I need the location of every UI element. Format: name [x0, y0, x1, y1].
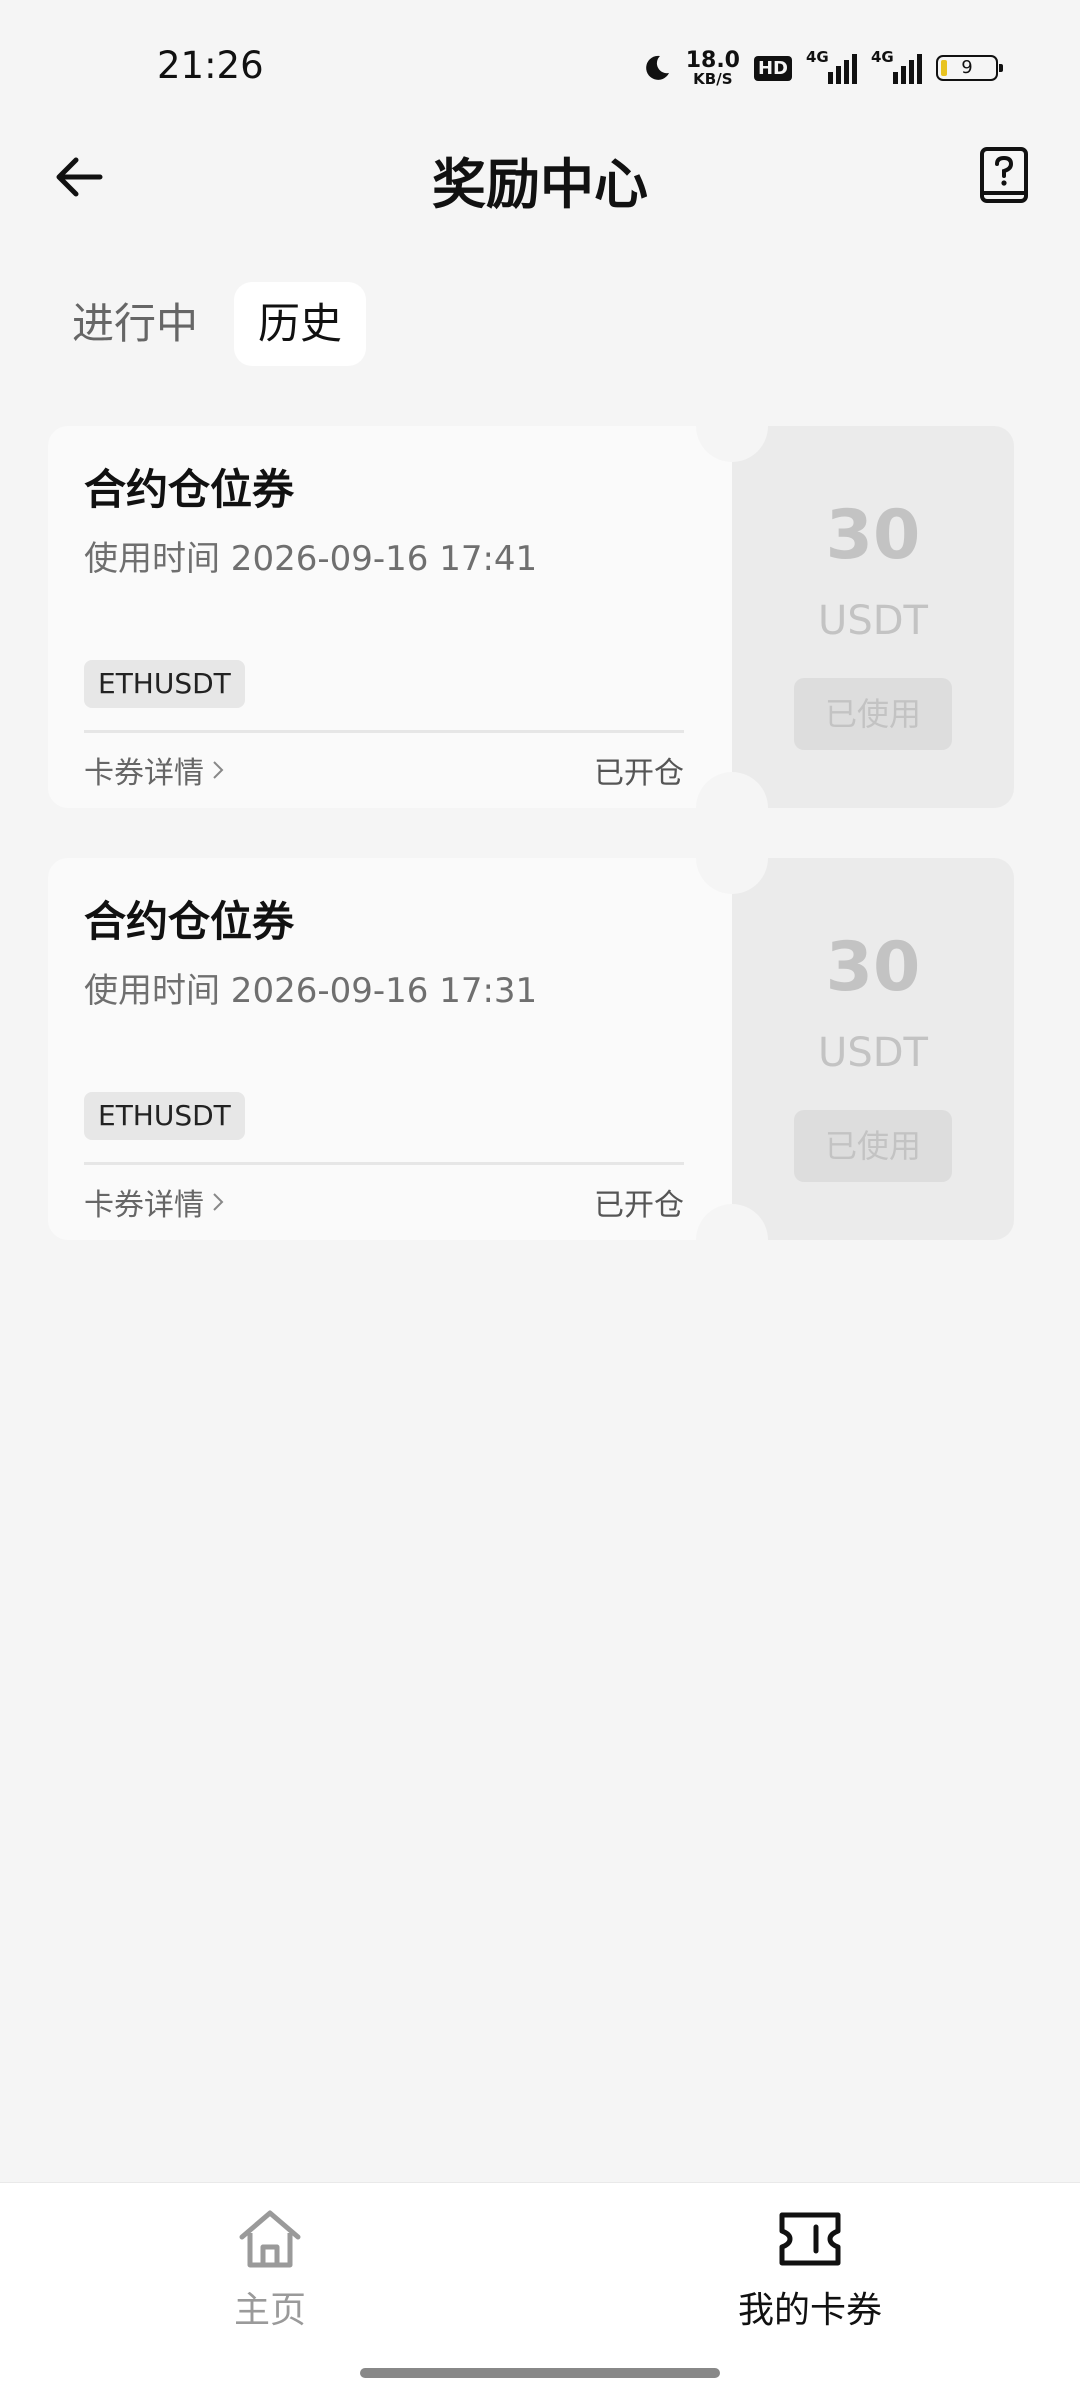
home-icon: [239, 2210, 301, 2268]
used-badge: 已使用: [794, 1110, 952, 1182]
tab-bar: 进行中 历史: [48, 282, 367, 366]
coupon-amount: 30: [825, 928, 921, 1007]
coupon-used-time: 使用时间 2026-09-16 17:31: [84, 971, 538, 1011]
network-speed: 18.0 KB/S: [685, 47, 740, 88]
coupon-card[interactable]: 合约仓位券 使用时间 2026-09-16 17:41 ETHUSDT 卡券详情…: [48, 390, 1014, 844]
tab-history[interactable]: 历史: [234, 282, 367, 366]
coupon-details-label: 卡券详情: [84, 756, 204, 791]
chevron-right-icon: [213, 761, 224, 779]
status-time: 21:26: [157, 44, 264, 87]
hd-voice-badge: HD: [753, 55, 792, 81]
coupon-info: 合约仓位券 使用时间 2026-09-16 17:41 ETHUSDT 卡券详情…: [48, 426, 732, 808]
coupon-amount: 30: [825, 496, 921, 575]
ticket-notch: [696, 390, 768, 462]
coupon-title: 合约仓位券: [84, 897, 295, 946]
coupon-used-time: 使用时间 2026-09-16 17:41: [84, 539, 538, 579]
tab-in-progress[interactable]: 进行中: [48, 282, 222, 366]
page-title: 奖励中心: [432, 153, 648, 216]
coupon-symbol-tag: ETHUSDT: [84, 660, 245, 708]
coupon-card[interactable]: 合约仓位券 使用时间 2026-09-16 17:31 ETHUSDT 卡券详情…: [48, 822, 1014, 1276]
coupon-value-panel: 30 USDT 已使用: [732, 426, 1014, 808]
coupon-value-panel: 30 USDT 已使用: [732, 858, 1014, 1240]
nav-item-my-coupons[interactable]: 我的卡券: [680, 2207, 940, 2333]
coupon-info: 合约仓位券 使用时间 2026-09-16 17:31 ETHUSDT 卡券详情…: [48, 858, 732, 1240]
chevron-right-icon: [213, 1193, 224, 1211]
divider: [84, 1162, 684, 1165]
position-status: 已开仓: [594, 1188, 684, 1223]
coupon-title: 合约仓位券: [84, 465, 295, 514]
ticket-notch: [696, 1204, 768, 1276]
nav-label-my-coupons: 我的卡券: [737, 2290, 882, 2331]
coupon-unit: USDT: [818, 1030, 928, 1076]
status-icons: 18.0 KB/S HD 4G 4G 9: [642, 46, 1003, 90]
position-status: 已开仓: [594, 756, 684, 791]
battery-level: 9: [961, 57, 973, 78]
coupon-symbol-tag: ETHUSDT: [84, 1092, 245, 1140]
help-book-icon[interactable]: [978, 146, 1030, 204]
home-indicator[interactable]: [360, 2368, 720, 2378]
signal-4g-icon-2: 4G: [871, 48, 922, 84]
battery-icon: 9: [936, 55, 1003, 81]
signal-4g-icon: 4G: [806, 48, 857, 84]
coupon-details-link[interactable]: 卡券详情: [84, 748, 224, 792]
used-badge: 已使用: [794, 678, 952, 750]
divider: [84, 730, 684, 733]
ticket-icon: [779, 2212, 841, 2266]
do-not-disturb-moon-icon: [645, 55, 669, 80]
nav-label-home: 主页: [233, 2290, 306, 2331]
nav-item-home[interactable]: 主页: [140, 2207, 400, 2333]
coupon-details-link[interactable]: 卡券详情: [84, 1180, 224, 1224]
app-header: 奖励中心: [0, 130, 1080, 224]
status-bar: 21:26 18.0 KB/S HD 4G 4G 9: [0, 0, 1080, 130]
ticket-notch: [696, 822, 768, 894]
coupon-unit: USDT: [818, 598, 928, 644]
coupon-details-label: 卡券详情: [84, 1188, 204, 1223]
